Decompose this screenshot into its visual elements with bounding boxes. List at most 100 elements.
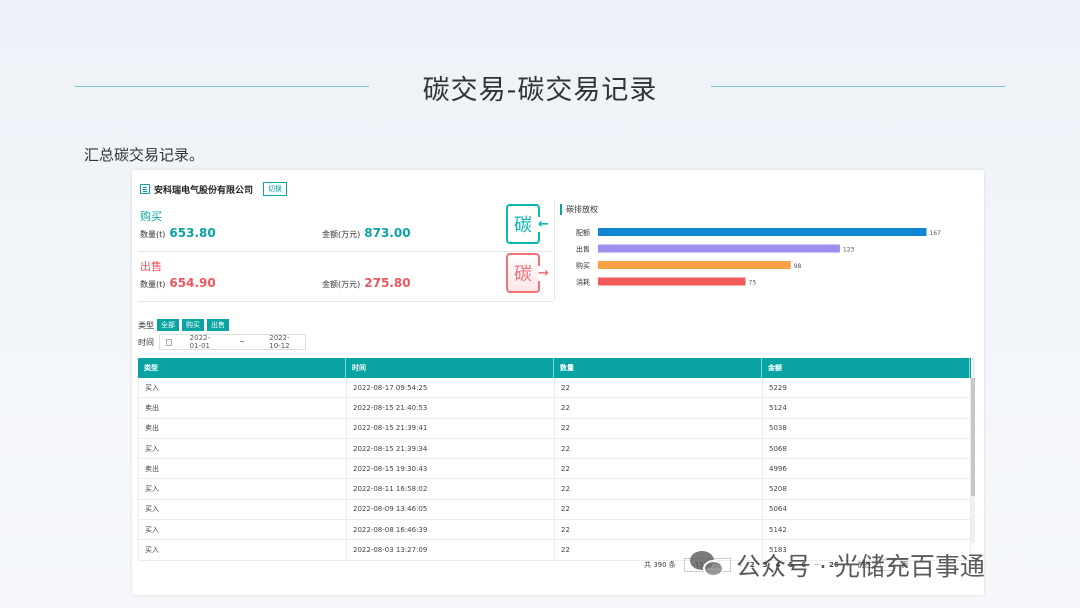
table-scrollbar[interactable]	[971, 358, 975, 543]
company-name: 安科瑞电气股份有限公司	[154, 185, 254, 196]
type-option-sell[interactable]: 出售	[207, 319, 229, 331]
buy-title: 购买	[140, 210, 162, 223]
type-filter-label: 类型	[138, 320, 154, 330]
cell-type: 买入	[139, 378, 347, 398]
type-option-buy[interactable]: 购买	[182, 319, 204, 331]
bar-value-label: 75	[749, 280, 757, 287]
cell-time: 2022-08-15 19:30:43	[347, 459, 555, 479]
watermark: 公众号 · 光储充百事通	[690, 547, 985, 583]
cell-type: 买入	[139, 540, 347, 560]
table-body: 买入 2022-08-17 09:54:25 22 5229 卖出 2022-08-15 …	[138, 378, 974, 561]
carbon-buy-glyph: 碳	[506, 204, 540, 244]
bar-label: 消耗	[576, 278, 590, 287]
col-header-quantity[interactable]: 数量	[554, 358, 762, 378]
buy-amount-label: 金额(万元)	[322, 230, 361, 239]
buy-amount: 金额(万元) 873.00	[322, 226, 411, 240]
bar[interactable]	[598, 261, 791, 269]
carbon-sell-icon: 碳 →	[504, 252, 554, 294]
table-row[interactable]: 买入 2022-08-09 13:46:05 22 5064	[138, 499, 974, 521]
type-filter: 类型 全部 购买 出售	[138, 319, 229, 331]
cell-type: 买入	[139, 520, 347, 540]
cell-quantity: 22	[555, 398, 763, 418]
cell-type: 买入	[139, 479, 347, 499]
calendar-icon	[166, 338, 172, 346]
cell-time: 2022-08-03 13:27:09	[347, 540, 555, 560]
wechat-icon	[690, 549, 728, 581]
cell-amount: 5038	[763, 418, 971, 438]
sell-amount-label: 金额(万元)	[322, 280, 361, 289]
col-header-amount[interactable]: 金额	[762, 358, 970, 378]
cell-amount: 5068	[763, 438, 971, 459]
bar[interactable]	[598, 277, 746, 286]
table-row[interactable]: 卖出 2022-08-15 21:40:53 22 5124	[138, 398, 974, 419]
table-row[interactable]: 买入 2022-08-17 09:54:25 22 5229	[138, 378, 974, 399]
cell-quantity: 22	[555, 378, 763, 398]
switch-company-button[interactable]: 切换	[263, 182, 288, 196]
cell-amount: 5064	[763, 499, 971, 520]
cell-time: 2022-08-15 21:39:34	[347, 438, 555, 459]
col-header-type[interactable]: 类型	[138, 358, 346, 378]
cell-type: 买入	[139, 438, 347, 459]
table-row[interactable]: 买入 2022-08-15 21:39:34 22 5068	[138, 438, 974, 460]
table-row[interactable]: 卖出 2022-08-15 21:39:41 22 5038	[138, 418, 974, 439]
sell-title: 出售	[140, 260, 162, 273]
cell-quantity: 22	[555, 459, 763, 479]
date-to[interactable]: 2022-10-12	[269, 334, 299, 350]
buy-qty-value: 653.80	[169, 226, 216, 240]
sell-qty: 数量(t) 654.90	[140, 276, 216, 290]
cell-quantity: 22	[555, 479, 763, 499]
bar-label: 购买	[576, 261, 590, 270]
bar-value-label: 98	[794, 263, 802, 270]
cell-amount: 4996	[763, 459, 971, 479]
cell-quantity: 22	[555, 520, 763, 540]
date-separator: ~	[239, 338, 246, 346]
cell-type: 卖出	[139, 459, 347, 479]
chart-title: 碳排放权	[560, 204, 598, 215]
cell-type: 买入	[139, 499, 347, 520]
company-header: 安科瑞电气股份有限公司 切换	[140, 182, 288, 196]
trade-records-table: 类型 时间 数量 金额 买入 2022-08-17 09:54:25 22 5229 卖…	[138, 358, 974, 561]
bar[interactable]	[598, 244, 840, 253]
cell-type: 卖出	[139, 418, 347, 438]
table-header: 类型 时间 数量 金额	[138, 358, 974, 378]
bar[interactable]	[598, 228, 927, 236]
sell-qty-label: 数量(t)	[140, 280, 166, 289]
time-filter: 时间 2022-01-01 ~ 2022-10-12	[138, 334, 306, 350]
arrow-in-icon: ←	[538, 217, 549, 232]
bar-label: 出售	[576, 245, 590, 254]
table-row[interactable]: 卖出 2022-08-15 19:30:43 22 4996	[138, 459, 974, 480]
buy-amount-value: 873.00	[364, 226, 411, 240]
sell-summary: 出售 数量(t) 654.90 金额(万元) 275.80	[138, 254, 553, 302]
carbon-trade-panel: 安科瑞电气股份有限公司 切换 购买 数量(t) 653.80 金额(万元) 87…	[132, 170, 984, 595]
table-row[interactable]: 买入 2022-08-11 16:58:02 22 5208	[138, 479, 974, 500]
cell-time: 2022-08-15 21:40:53	[347, 398, 555, 418]
cell-amount: 5142	[763, 520, 971, 540]
scrollbar-thumb[interactable]	[971, 378, 975, 496]
cell-amount: 5229	[763, 378, 971, 398]
carbon-allowance-chart: 配额 167 出售 123 购买 98 消耗 75	[576, 228, 941, 287]
bar-value-label: 123	[843, 247, 855, 254]
date-range-picker[interactable]: 2022-01-01 ~ 2022-10-12	[159, 334, 306, 350]
cell-time: 2022-08-17 09:54:25	[347, 378, 555, 398]
building-icon	[140, 184, 150, 194]
date-from[interactable]: 2022-01-01	[190, 334, 220, 350]
summary-divider	[554, 200, 555, 300]
arrow-out-icon: →	[538, 266, 549, 281]
slide-title: 碳交易-碳交易记录	[422, 75, 658, 106]
carbon-sell-glyph: 碳	[506, 253, 540, 293]
pager-total: 共 390 条	[644, 561, 676, 569]
cell-quantity: 22	[555, 438, 763, 459]
cell-quantity: 22	[555, 418, 763, 438]
buy-summary: 购买 数量(t) 653.80 金额(万元) 873.00	[138, 204, 553, 252]
cell-amount: 5124	[763, 398, 971, 418]
cell-time: 2022-08-11 16:58:02	[347, 479, 555, 499]
cell-amount: 5208	[763, 479, 971, 499]
type-option-all[interactable]: 全部	[157, 319, 179, 331]
watermark-text: 公众号 · 光储充百事通	[736, 552, 985, 581]
cell-time: 2022-08-09 13:46:05	[347, 499, 555, 520]
cell-type: 卖出	[139, 398, 347, 418]
bar-value-label: 167	[929, 230, 941, 237]
cell-quantity: 22	[555, 499, 763, 520]
col-header-time[interactable]: 时间	[346, 358, 554, 378]
table-row[interactable]: 买入 2022-08-08 16:46:39 22 5142	[138, 520, 974, 541]
